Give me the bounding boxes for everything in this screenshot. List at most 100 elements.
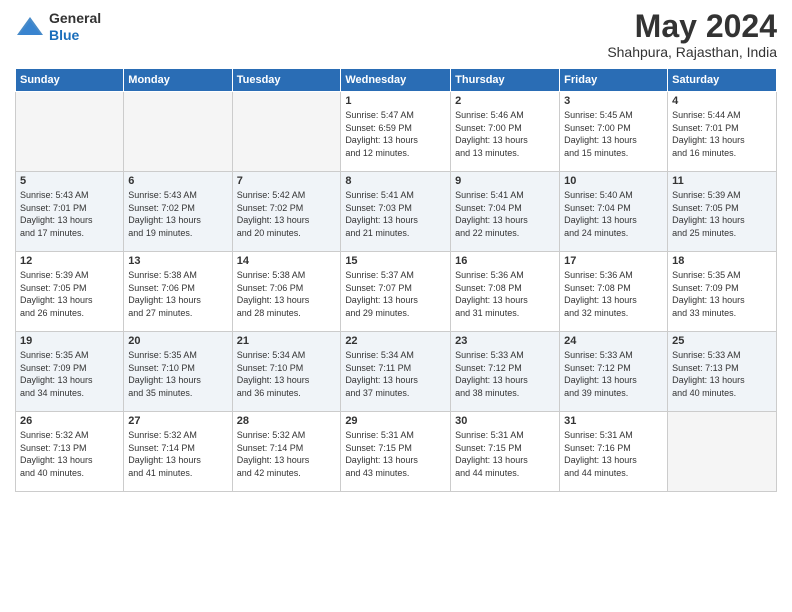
calendar-cell: 10 Sunrise: 5:40 AM Sunset: 7:04 PM Dayli…	[560, 172, 668, 252]
day-number: 26	[20, 415, 119, 427]
day-number: 5	[20, 175, 119, 187]
calendar-cell: 1 Sunrise: 5:47 AM Sunset: 6:59 PM Daylig…	[341, 92, 451, 172]
day-number: 13	[128, 255, 227, 267]
logo-blue: Blue	[49, 27, 79, 43]
calendar-header-sunday: Sunday	[16, 69, 124, 92]
day-number: 11	[672, 175, 772, 187]
day-number: 29	[345, 415, 446, 427]
calendar-cell: 18 Sunrise: 5:35 AM Sunset: 7:09 PM Dayli…	[668, 252, 777, 332]
calendar-cell: 17Sunrise: 5:36 AM Sunset: 7:08 PM Dayli…	[560, 252, 668, 332]
day-info: Sunrise: 5:32 AM Sunset: 7:13 PM Dayligh…	[20, 429, 119, 479]
calendar-week-row: 12 Sunrise: 5:39 AM Sunset: 7:05 PM Dayli…	[16, 252, 777, 332]
day-info: Sunrise: 5:34 AM Sunset: 7:11 PM Dayligh…	[345, 349, 446, 399]
logo-general: General	[49, 10, 101, 26]
calendar-cell: 9 Sunrise: 5:41 AM Sunset: 7:04 PM Daylig…	[451, 172, 560, 252]
calendar-cell: 19 Sunrise: 5:35 AM Sunset: 7:09 PM Dayli…	[16, 332, 124, 412]
calendar-week-row: 26 Sunrise: 5:32 AM Sunset: 7:13 PM Dayli…	[16, 412, 777, 492]
day-number: 8	[345, 175, 446, 187]
calendar-cell: 21Sunrise: 5:34 AM Sunset: 7:10 PM Dayli…	[232, 332, 341, 412]
day-info: Sunrise: 5:46 AM Sunset: 7:00 PM Dayligh…	[455, 109, 555, 159]
day-number: 30	[455, 415, 555, 427]
day-info: Sunrise: 5:39 AM Sunset: 7:05 PM Dayligh…	[672, 189, 772, 239]
day-number: 7	[237, 175, 337, 187]
day-info: Sunrise: 5:32 AM Sunset: 7:14 PM Dayligh…	[237, 429, 337, 479]
calendar-cell: 7 Sunrise: 5:42 AM Sunset: 7:02 PM Daylig…	[232, 172, 341, 252]
calendar-cell: 3 Sunrise: 5:45 AM Sunset: 7:00 PM Daylig…	[560, 92, 668, 172]
calendar-cell: 11 Sunrise: 5:39 AM Sunset: 7:05 PM Dayli…	[668, 172, 777, 252]
day-number: 6	[128, 175, 227, 187]
day-number: 14	[237, 255, 337, 267]
calendar-header-monday: Monday	[124, 69, 232, 92]
day-info: Sunrise: 5:38 AM Sunset: 7:06 PM Dayligh…	[128, 269, 227, 319]
calendar-cell: 13 Sunrise: 5:38 AM Sunset: 7:06 PM Dayli…	[124, 252, 232, 332]
day-info: Sunrise: 5:32 AM Sunset: 7:14 PM Dayligh…	[128, 429, 227, 479]
day-number: 10	[564, 175, 663, 187]
day-info: Sunrise: 5:33 AM Sunset: 7:13 PM Dayligh…	[672, 349, 772, 399]
day-number: 19	[20, 335, 119, 347]
day-info: Sunrise: 5:41 AM Sunset: 7:04 PM Dayligh…	[455, 189, 555, 239]
calendar-cell: 5Sunrise: 5:43 AM Sunset: 7:01 PM Daylig…	[16, 172, 124, 252]
calendar-table: SundayMondayTuesdayWednesdayThursdayFrid…	[15, 68, 777, 492]
day-number: 31	[564, 415, 663, 427]
calendar-cell	[124, 92, 232, 172]
location: Shahpura, Rajasthan, India	[607, 44, 777, 60]
calendar-header-wednesday: Wednesday	[341, 69, 451, 92]
day-info: Sunrise: 5:35 AM Sunset: 7:09 PM Dayligh…	[672, 269, 772, 319]
header: General Blue May 2024 Shahpura, Rajastha…	[15, 10, 777, 60]
day-info: Sunrise: 5:42 AM Sunset: 7:02 PM Dayligh…	[237, 189, 337, 239]
calendar-cell: 25Sunrise: 5:33 AM Sunset: 7:13 PM Dayli…	[668, 332, 777, 412]
calendar-header-saturday: Saturday	[668, 69, 777, 92]
logo: General Blue	[15, 10, 101, 44]
day-info: Sunrise: 5:38 AM Sunset: 7:06 PM Dayligh…	[237, 269, 337, 319]
day-info: Sunrise: 5:37 AM Sunset: 7:07 PM Dayligh…	[345, 269, 446, 319]
day-number: 9	[455, 175, 555, 187]
day-number: 4	[672, 95, 772, 107]
day-info: Sunrise: 5:40 AM Sunset: 7:04 PM Dayligh…	[564, 189, 663, 239]
calendar-cell	[16, 92, 124, 172]
calendar-cell	[668, 412, 777, 492]
calendar-header-tuesday: Tuesday	[232, 69, 341, 92]
day-info: Sunrise: 5:35 AM Sunset: 7:10 PM Dayligh…	[128, 349, 227, 399]
day-number: 20	[128, 335, 227, 347]
day-info: Sunrise: 5:43 AM Sunset: 7:02 PM Dayligh…	[128, 189, 227, 239]
calendar-cell: 24 Sunrise: 5:33 AM Sunset: 7:12 PM Dayli…	[560, 332, 668, 412]
page-container: General Blue May 2024 Shahpura, Rajastha…	[0, 0, 792, 612]
day-info: Sunrise: 5:39 AM Sunset: 7:05 PM Dayligh…	[20, 269, 119, 319]
calendar-cell: 2Sunrise: 5:46 AM Sunset: 7:00 PM Daylig…	[451, 92, 560, 172]
day-number: 24	[564, 335, 663, 347]
calendar-cell: 31Sunrise: 5:31 AM Sunset: 7:16 PM Dayli…	[560, 412, 668, 492]
day-number: 3	[564, 95, 663, 107]
day-number: 16	[455, 255, 555, 267]
logo-text: General Blue	[49, 10, 101, 44]
day-info: Sunrise: 5:44 AM Sunset: 7:01 PM Dayligh…	[672, 109, 772, 159]
logo-icon	[15, 15, 45, 39]
calendar-week-row: 5Sunrise: 5:43 AM Sunset: 7:01 PM Daylig…	[16, 172, 777, 252]
calendar-cell: 16 Sunrise: 5:36 AM Sunset: 7:08 PM Dayli…	[451, 252, 560, 332]
day-info: Sunrise: 5:35 AM Sunset: 7:09 PM Dayligh…	[20, 349, 119, 399]
day-info: Sunrise: 5:36 AM Sunset: 7:08 PM Dayligh…	[455, 269, 555, 319]
day-info: Sunrise: 5:31 AM Sunset: 7:15 PM Dayligh…	[345, 429, 446, 479]
day-number: 22	[345, 335, 446, 347]
calendar-cell: 30Sunrise: 5:31 AM Sunset: 7:15 PM Dayli…	[451, 412, 560, 492]
title-block: May 2024 Shahpura, Rajasthan, India	[607, 10, 777, 60]
day-number: 1	[345, 95, 446, 107]
calendar-cell: 4 Sunrise: 5:44 AM Sunset: 7:01 PM Daylig…	[668, 92, 777, 172]
day-info: Sunrise: 5:45 AM Sunset: 7:00 PM Dayligh…	[564, 109, 663, 159]
calendar-cell: 23Sunrise: 5:33 AM Sunset: 7:12 PM Dayli…	[451, 332, 560, 412]
day-info: Sunrise: 5:47 AM Sunset: 6:59 PM Dayligh…	[345, 109, 446, 159]
day-number: 12	[20, 255, 119, 267]
calendar-cell: 26 Sunrise: 5:32 AM Sunset: 7:13 PM Dayli…	[16, 412, 124, 492]
calendar-cell: 29 Sunrise: 5:31 AM Sunset: 7:15 PM Dayli…	[341, 412, 451, 492]
calendar-cell: 28Sunrise: 5:32 AM Sunset: 7:14 PM Dayli…	[232, 412, 341, 492]
calendar-week-row: 19 Sunrise: 5:35 AM Sunset: 7:09 PM Dayli…	[16, 332, 777, 412]
day-info: Sunrise: 5:33 AM Sunset: 7:12 PM Dayligh…	[564, 349, 663, 399]
calendar-cell: 27 Sunrise: 5:32 AM Sunset: 7:14 PM Dayli…	[124, 412, 232, 492]
calendar-week-row: 1 Sunrise: 5:47 AM Sunset: 6:59 PM Daylig…	[16, 92, 777, 172]
calendar-cell	[232, 92, 341, 172]
calendar-header-friday: Friday	[560, 69, 668, 92]
calendar-header-row: SundayMondayTuesdayWednesdayThursdayFrid…	[16, 69, 777, 92]
day-info: Sunrise: 5:36 AM Sunset: 7:08 PM Dayligh…	[564, 269, 663, 319]
day-number: 15	[345, 255, 446, 267]
day-number: 27	[128, 415, 227, 427]
day-number: 18	[672, 255, 772, 267]
